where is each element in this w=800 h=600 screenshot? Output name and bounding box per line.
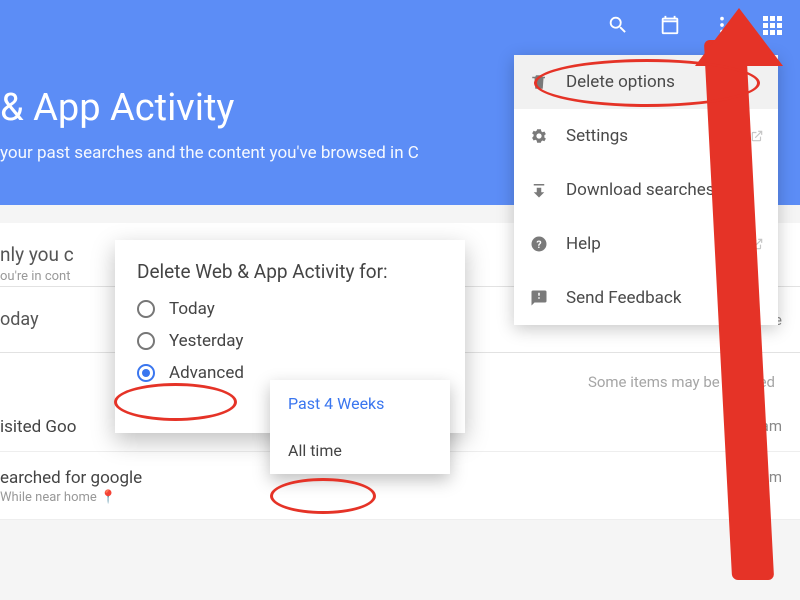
calendar-icon[interactable]: [659, 14, 681, 36]
radio-yesterday[interactable]: Yesterday: [137, 331, 461, 351]
download-icon: [530, 181, 548, 199]
menu-item-label: Download searches: [566, 180, 715, 200]
page-title: & App Activity: [0, 86, 234, 130]
svg-text:?: ?: [536, 238, 541, 251]
radio-today[interactable]: Today: [137, 299, 461, 319]
radio-icon: [137, 332, 155, 350]
radio-label: Yesterday: [169, 331, 243, 351]
annotation-arrow-head: [695, 8, 783, 66]
dialog-title: Delete Web & App Activity for:: [137, 260, 461, 283]
subopt-all-time[interactable]: All time: [270, 427, 450, 474]
activity-item-title: earched for google: [0, 468, 142, 488]
radio-label: Today: [169, 299, 215, 319]
menu-item-label: Delete options: [566, 72, 675, 92]
search-icon[interactable]: [607, 14, 629, 36]
radio-icon: [137, 300, 155, 318]
activity-item-title: isited Goo: [0, 417, 76, 437]
activity-item-sub: While near home 📍: [0, 490, 142, 505]
external-icon: [750, 129, 764, 143]
section-today-label: oday: [0, 309, 39, 330]
delete-dialog: Delete Web & App Activity for: Today Yes…: [115, 240, 465, 433]
trash-icon: [530, 73, 548, 91]
menu-item-label: Settings: [566, 126, 628, 146]
advanced-submenu: Past 4 Weeks All time: [270, 380, 450, 474]
page-subtitle: your past searches and the content you'v…: [0, 143, 419, 163]
subopt-past-4-weeks[interactable]: Past 4 Weeks: [270, 380, 450, 427]
menu-item-label: Send Feedback: [566, 288, 681, 308]
menu-item-label: Help: [566, 234, 601, 254]
feedback-icon: [530, 289, 548, 307]
help-icon: ?: [530, 235, 548, 253]
gear-icon: [530, 127, 548, 145]
radio-icon: [137, 364, 155, 382]
radio-label: Advanced: [169, 363, 244, 383]
